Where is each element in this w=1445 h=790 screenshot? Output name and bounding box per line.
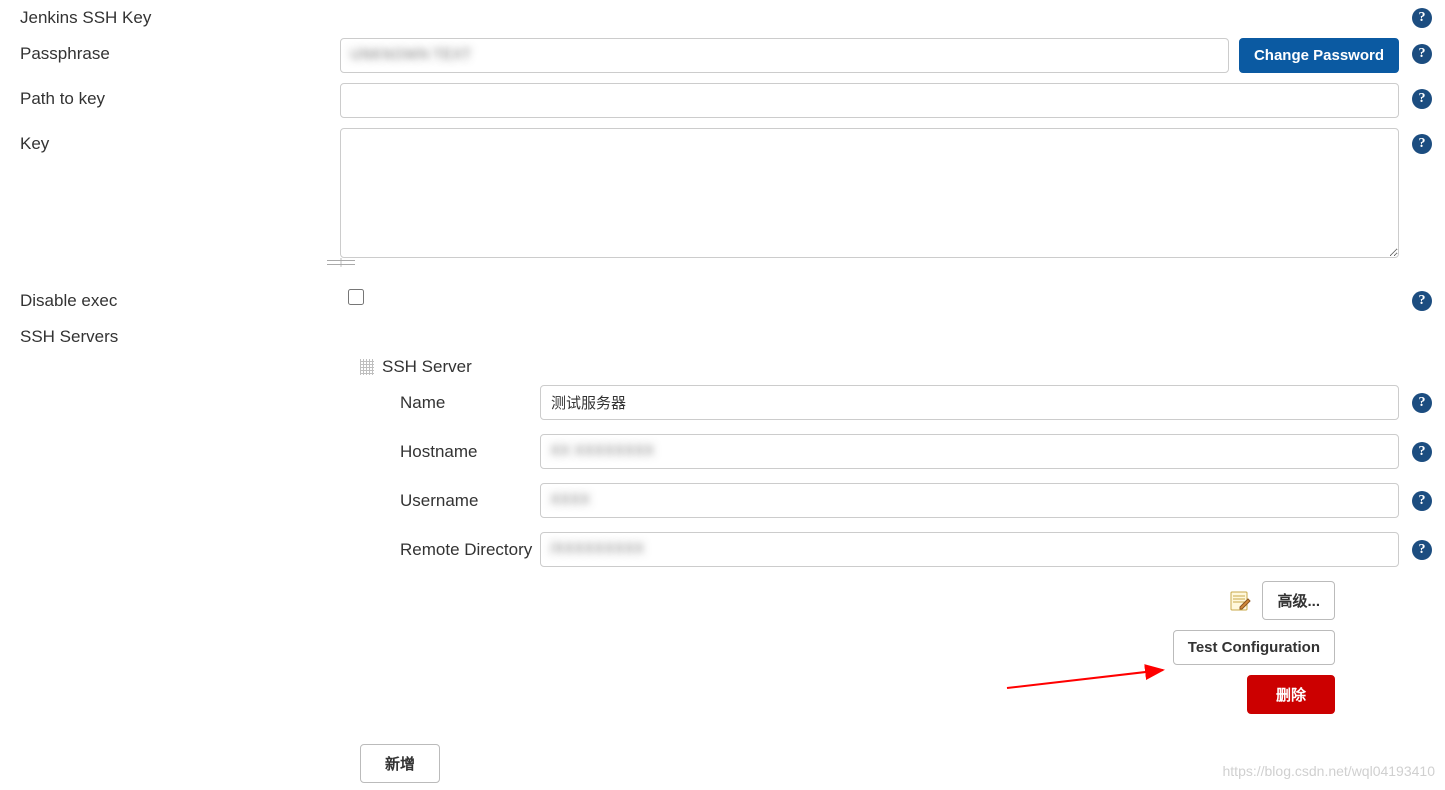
drag-handle-icon[interactable] (360, 359, 374, 375)
jenkins-ssh-key-title: Jenkins SSH Key (0, 2, 340, 28)
ssh-username-label: Username (360, 491, 540, 511)
help-icon[interactable]: ? (1412, 491, 1432, 511)
ssh-server-header: SSH Server (382, 357, 472, 377)
delete-button[interactable]: 删除 (1247, 675, 1335, 714)
ssh-username-input[interactable] (540, 483, 1399, 518)
test-configuration-button[interactable]: Test Configuration (1173, 630, 1335, 665)
help-icon[interactable]: ? (1412, 442, 1432, 462)
help-icon[interactable]: ? (1412, 540, 1432, 560)
notepad-icon (1228, 589, 1252, 613)
ssh-hostname-label: Hostname (360, 442, 540, 462)
watermark-text: https://blog.csdn.net/wql04193410 (1223, 763, 1436, 779)
advanced-button[interactable]: 高级... (1262, 581, 1335, 620)
disable-exec-label: Disable exec (0, 285, 340, 311)
ssh-remote-dir-label: Remote Directory (360, 540, 540, 560)
help-icon[interactable]: ? (1412, 134, 1432, 154)
key-textarea[interactable] (340, 128, 1399, 258)
path-to-key-input[interactable] (340, 83, 1399, 118)
ssh-hostname-input[interactable] (540, 434, 1399, 469)
ssh-servers-label: SSH Servers (0, 321, 340, 347)
resize-handle[interactable] (340, 258, 342, 267)
change-password-button[interactable]: Change Password (1239, 38, 1399, 73)
ssh-remote-dir-input[interactable] (540, 532, 1399, 567)
help-icon[interactable]: ? (1412, 89, 1432, 109)
disable-exec-checkbox[interactable] (348, 289, 364, 305)
passphrase-label: Passphrase (0, 38, 340, 64)
help-icon[interactable]: ? (1412, 44, 1432, 64)
passphrase-input[interactable] (340, 38, 1229, 73)
key-label: Key (0, 128, 340, 154)
ssh-name-label: Name (360, 393, 540, 413)
help-icon[interactable]: ? (1412, 393, 1432, 413)
path-to-key-label: Path to key (0, 83, 340, 109)
add-button[interactable]: 新增 (360, 744, 440, 783)
ssh-name-input[interactable] (540, 385, 1399, 420)
help-icon[interactable]: ? (1412, 291, 1432, 311)
help-icon[interactable]: ? (1412, 8, 1432, 28)
